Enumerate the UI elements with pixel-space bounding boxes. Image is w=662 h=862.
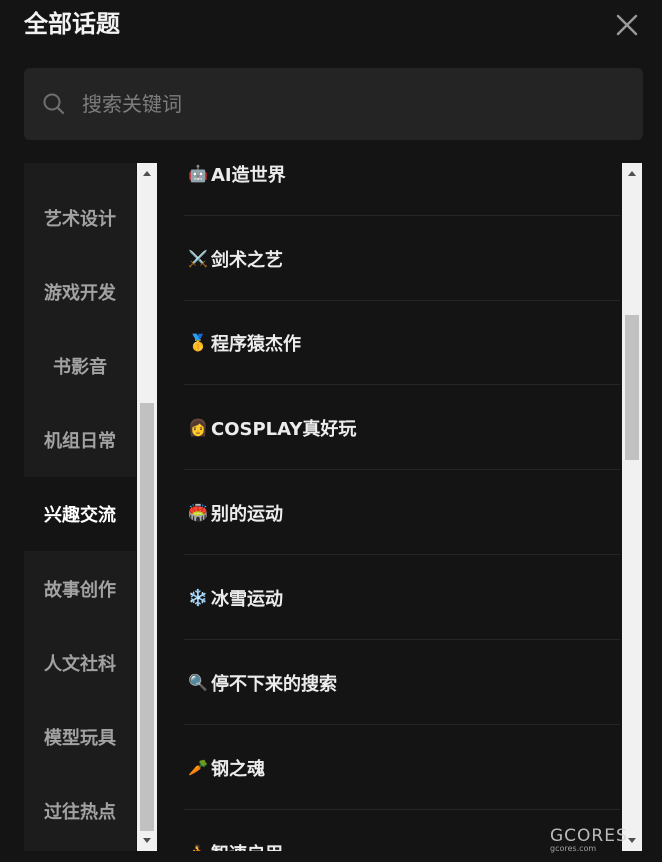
- triangle-down-icon: [628, 838, 636, 843]
- category-crew-daily[interactable]: 机组日常: [24, 403, 136, 477]
- carrot-icon: 🥕: [188, 758, 208, 777]
- topic-label: 剑术之艺: [211, 249, 283, 271]
- category-humanities[interactable]: 人文社科: [24, 626, 136, 700]
- scroll-thumb[interactable]: [625, 315, 639, 460]
- topic-item[interactable]: 🤖 AI造世界: [184, 163, 620, 216]
- triangle-down-icon: [143, 838, 151, 843]
- scroll-up-arrow[interactable]: [137, 163, 157, 183]
- category-game-dev[interactable]: 游戏开发: [24, 255, 136, 329]
- search-bar: [24, 68, 643, 140]
- search-input[interactable]: [82, 84, 643, 124]
- topic-label: 智速启用: [211, 840, 283, 851]
- category-art-design[interactable]: 艺术设计: [24, 181, 136, 255]
- stadium-icon: 🏟️: [188, 503, 208, 522]
- category-books-film-music[interactable]: 书影音: [24, 329, 136, 403]
- topic-item[interactable]: 🔍 停不下来的搜索: [184, 641, 620, 725]
- topic-item[interactable]: 👩 COSPLAY真好玩: [184, 386, 620, 470]
- robot-icon: 🤖: [188, 164, 208, 183]
- topic-label: 程序猿杰作: [211, 333, 301, 355]
- topic-label: COSPLAY真好玩: [211, 418, 357, 440]
- person-icon: 👩: [188, 418, 208, 437]
- topic-item[interactable]: 🥇 程序猿杰作: [184, 301, 620, 385]
- category-story-creation[interactable]: 故事创作: [24, 552, 136, 626]
- triangle-up-icon: [143, 171, 151, 176]
- close-icon: [616, 14, 638, 36]
- topic-label: 别的运动: [211, 503, 283, 525]
- scroll-down-arrow[interactable]: [137, 831, 157, 851]
- close-button[interactable]: [612, 10, 642, 40]
- topic-label: 停不下来的搜索: [211, 673, 337, 695]
- topic-item[interactable]: ❄️ 冰雪运动: [184, 556, 620, 640]
- topic-label: 冰雪运动: [211, 588, 283, 610]
- category-hobby-exchange[interactable]: 兴趣交流: [24, 477, 136, 551]
- category-scrollbar[interactable]: [137, 163, 157, 851]
- topic-item[interactable]: 🏟️ 别的运动: [184, 471, 620, 555]
- scroll-up-arrow[interactable]: [622, 163, 642, 183]
- topic-label: AI造世界: [211, 164, 286, 186]
- scroll-thumb[interactable]: [140, 403, 154, 831]
- topic-scrollbar[interactable]: [622, 163, 642, 851]
- medal-icon: 🥇: [188, 333, 208, 352]
- category-model-toys[interactable]: 模型玩具: [24, 700, 136, 774]
- triangle-up-icon: [628, 171, 636, 176]
- category-past-hot[interactable]: 过往热点: [24, 774, 136, 848]
- page-title: 全部话题: [24, 10, 120, 38]
- topic-list: 🤖 AI造世界 ⚔️ 剑术之艺 🥇 程序猿杰作 👩 COSPLAY真好玩 🏟️ …: [184, 163, 620, 851]
- snowflake-icon: ❄️: [188, 588, 208, 607]
- category-list: 艺术设计 游戏开发 书影音 机组日常 兴趣交流 故事创作 人文社科 模型玩具 过…: [24, 163, 136, 851]
- runner-icon: 🏃: [188, 844, 208, 852]
- topic-item[interactable]: ⚔️ 剑术之艺: [184, 217, 620, 301]
- search-icon: [43, 93, 65, 115]
- watermark-logo: GCORES gcores.com: [550, 826, 628, 853]
- magnifier-icon: 🔍: [188, 673, 208, 692]
- watermark-brand: GCORES: [550, 826, 628, 846]
- crossed-swords-icon: ⚔️: [188, 249, 208, 268]
- topic-label: 钢之魂: [211, 758, 265, 780]
- topic-item[interactable]: 🥕 钢之魂: [184, 726, 620, 810]
